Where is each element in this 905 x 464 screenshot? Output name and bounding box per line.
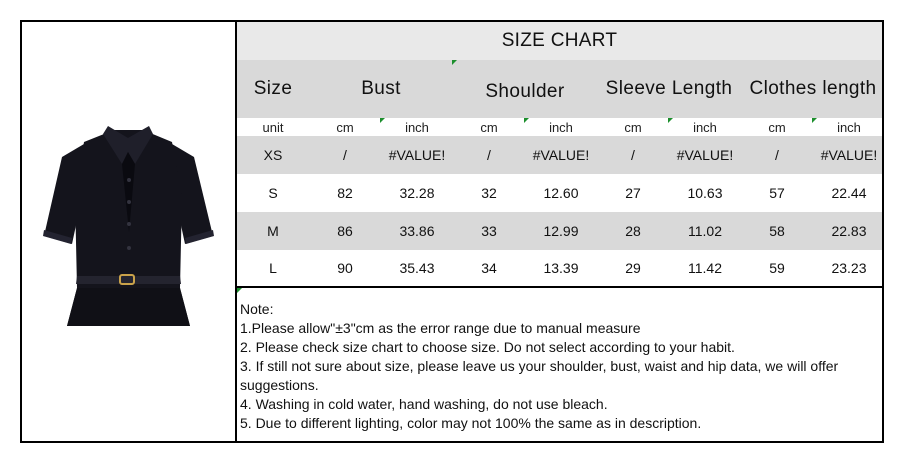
header-clothes-length: Clothes length <box>749 78 877 99</box>
cell-marker <box>668 118 673 123</box>
cell-marker <box>524 118 529 123</box>
note-line: 2. Please check size chart to choose siz… <box>240 339 735 355</box>
unit-cell: cm <box>768 119 786 135</box>
table-cell: 22.44 <box>831 185 867 201</box>
table-cell: 29 <box>625 260 641 276</box>
size-chart-frame: SIZE CHART Size Bust Shoulder Sleeve Len… <box>20 20 884 443</box>
header-shoulder: Shoulder <box>485 81 565 102</box>
table-cell: 11.02 <box>688 223 722 239</box>
unit-cell: cm <box>480 119 498 135</box>
table-row-s: S 82 32.28 32 12.60 27 10.63 57 22.44 <box>237 174 882 212</box>
table-cell: #VALUE! <box>532 147 590 163</box>
table-cell: / <box>775 147 779 163</box>
unit-cell: cm <box>624 119 642 135</box>
unit-row: unit cm inch cm inch cm inch cm inch <box>237 118 882 136</box>
unit-cell: cm <box>336 119 354 135</box>
notes-section: Note: 1.Please allow"±3"cm as the error … <box>240 300 878 433</box>
cell-marker <box>237 288 242 293</box>
table-cell: 10.63 <box>687 185 723 201</box>
table-cell: 82 <box>337 185 353 201</box>
notes-divider <box>237 286 882 288</box>
table-row-xs: XS / #VALUE! / #VALUE! / #VALUE! / #VALU… <box>237 136 882 174</box>
table-cell: 33 <box>481 223 497 239</box>
unit-cell: inch <box>693 119 717 135</box>
table-cell: 32 <box>481 185 497 201</box>
table-cell: 13.39 <box>543 260 579 276</box>
table-cell: 28 <box>625 223 641 239</box>
size-chart-table: SIZE CHART Size Bust Shoulder Sleeve Len… <box>237 22 882 441</box>
table-cell: 11.42 <box>688 260 722 276</box>
note-line: 5. Due to different lighting, color may … <box>240 415 702 431</box>
table-cell: / <box>343 147 347 163</box>
notes-heading: Note: <box>240 301 274 317</box>
unit-cell: inch <box>837 119 861 135</box>
table-cell: 12.99 <box>543 223 579 239</box>
cell-marker <box>812 118 817 123</box>
table-cell: XS <box>263 147 283 163</box>
table-cell: 32.28 <box>399 185 435 201</box>
table-cell: 27 <box>625 185 641 201</box>
note-line: 3. If still not sure about size, please … <box>240 358 839 393</box>
table-row-l: L 90 35.43 34 13.39 29 11.42 59 23.23 <box>237 250 882 286</box>
cell-marker <box>380 118 385 123</box>
table-cell: 58 <box>769 223 785 239</box>
table-cell: #VALUE! <box>820 147 878 163</box>
unit-label: unit <box>262 119 284 135</box>
table-cell: 86 <box>337 223 353 239</box>
header-bust: Bust <box>361 78 401 99</box>
table-cell: 23.23 <box>831 260 867 276</box>
table-cell: 12.60 <box>543 185 579 201</box>
table-cell: 90 <box>337 260 353 276</box>
header-size: Size <box>253 78 293 99</box>
table-cell: L <box>269 260 277 276</box>
table-cell: #VALUE! <box>676 147 734 163</box>
table-row-m: M 86 33.86 33 12.99 28 11.02 58 22.83 <box>237 212 882 250</box>
table-cell: 59 <box>769 260 785 276</box>
table-cell: 57 <box>769 185 785 201</box>
table-cell: / <box>487 147 491 163</box>
header-row: Size Bust Shoulder Sleeve Length Clothes… <box>237 60 882 118</box>
table-cell: 35.43 <box>399 260 435 276</box>
product-photo <box>43 126 214 326</box>
product-photo-panel <box>22 22 237 441</box>
note-line: 4. Washing in cold water, hand washing, … <box>240 396 608 412</box>
note-line: 1.Please allow"±3"cm as the error range … <box>240 320 641 336</box>
chart-title: SIZE CHART <box>237 22 882 60</box>
table-cell: 34 <box>481 260 497 276</box>
cell-marker <box>452 60 457 65</box>
unit-cell: inch <box>549 119 573 135</box>
unit-cell: inch <box>405 119 429 135</box>
table-cell: 33.86 <box>399 223 435 239</box>
table-cell: / <box>631 147 635 163</box>
table-cell: #VALUE! <box>388 147 446 163</box>
header-sleeve-length: Sleeve Length <box>605 78 733 99</box>
table-cell: S <box>268 185 278 201</box>
table-cell: M <box>267 223 279 239</box>
table-cell: 22.83 <box>831 223 867 239</box>
